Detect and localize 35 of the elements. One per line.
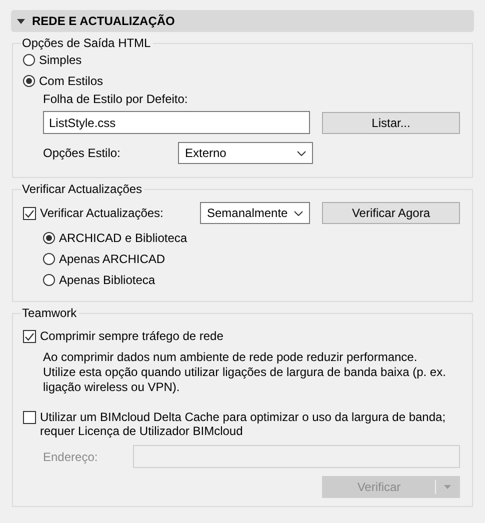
section-header[interactable]: REDE E ACTUALIZAÇÃO (11, 10, 474, 32)
radio-button[interactable] (23, 54, 35, 66)
checkbox[interactable] (23, 207, 36, 220)
radio-label[interactable]: Apenas ARCHICAD (59, 252, 166, 266)
checkmark-icon (25, 332, 34, 340)
radio-button[interactable] (43, 253, 55, 265)
chevron-down-icon (294, 210, 303, 216)
checkbox[interactable] (23, 330, 36, 343)
checkbox-label[interactable]: Comprimir sempre tráfego de rede (40, 329, 224, 343)
checkbox[interactable] (23, 411, 36, 424)
dropdown[interactable]: Externo (178, 142, 313, 164)
chevron-down-icon (297, 150, 306, 156)
dropdown[interactable]: Semanalmente (200, 202, 310, 224)
radio-button[interactable] (43, 232, 55, 244)
field-label: Endereço: (43, 450, 99, 464)
check-now-button[interactable]: Verificar Agora (322, 202, 460, 224)
list-button[interactable]: Listar... (322, 112, 460, 134)
checkbox-label[interactable]: Verificar Actualizações: (40, 206, 164, 220)
caret-down-icon (444, 485, 451, 489)
radio-label[interactable]: ARCHICAD e Biblioteca (59, 231, 188, 245)
text-field[interactable]: ListStyle.css (43, 111, 310, 134)
group-title: Opções de Saída HTML (21, 36, 152, 50)
group-title: Teamwork (21, 306, 78, 320)
info-paragraph: Ao comprimir dados num ambiente de rede pode reduzir performance. Utilize esta opção quando utilizar ligações de largura de banda baixa (p. ex. ligação wireless ou VPN). (43, 350, 447, 395)
radio-button[interactable] (23, 75, 35, 87)
checkbox-label[interactable]: Utilizar um BIMcloud Delta Cache para optimizar o uso da largura de banda; requer Licença de Utilizador BIMcloud (40, 410, 460, 438)
radio-label[interactable]: Com Estilos (39, 74, 104, 88)
section-title: REDE E ACTUALIZAÇÃO (32, 14, 175, 28)
checkmark-icon (25, 210, 34, 218)
field-label: Opções Estilo: (43, 146, 122, 160)
radio-label[interactable]: Simples (39, 53, 82, 67)
group-title: Verificar Actualizações (21, 182, 144, 196)
radio-button[interactable] (43, 274, 55, 286)
field-label: Folha de Estilo por Defeito: (43, 92, 188, 106)
radio-label[interactable]: Apenas Biblioteca (59, 273, 156, 287)
